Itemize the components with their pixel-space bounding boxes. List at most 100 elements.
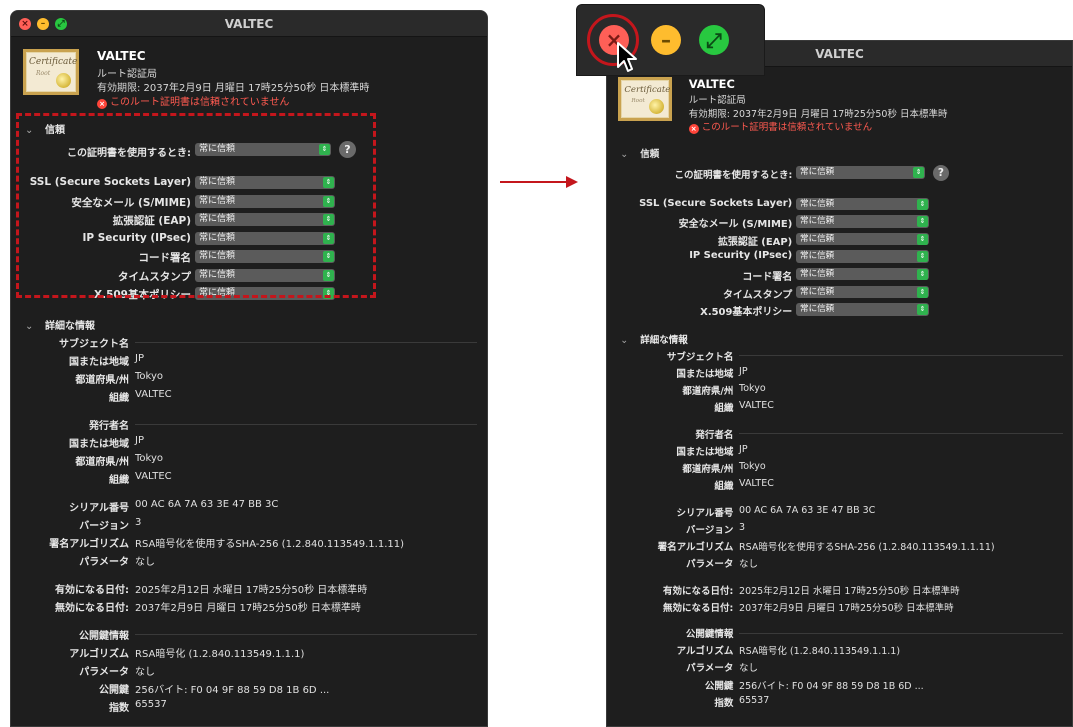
detail-label: 都道府県/州 <box>682 463 734 475</box>
detail-value: 2025年2月12日 水曜日 17時25分50秒 日本標準時 <box>135 585 368 596</box>
group-heading: サブジェクト名 <box>666 351 734 363</box>
detail-label: 国または地域 <box>676 368 734 380</box>
detail-label: 組織 <box>714 481 734 492</box>
detail-value: Tokyo <box>135 453 163 464</box>
minimize-button[interactable]: – <box>651 25 681 55</box>
detail-label: 組織 <box>109 475 129 486</box>
trust-policy-popup[interactable]: 常に信頼 ⇕ <box>796 215 930 228</box>
detail-label: 無効になる日付: <box>55 603 129 614</box>
trust-policy-popup[interactable]: 常に信頼 ⇕ <box>796 197 930 211</box>
detail-label: シリアル番号 <box>69 503 129 514</box>
trust-policy-label: 拡張認証 (EAP) <box>717 236 793 248</box>
trust-policy-label: コード署名 <box>742 272 793 284</box>
stepper-icon: ⇕ <box>917 251 929 263</box>
certificate-image-title: Certificate <box>624 85 671 96</box>
trust-policy-value: 常に信頼 <box>800 198 835 209</box>
stepper-icon: ⇕ <box>917 286 929 298</box>
detail-value: JP <box>739 365 748 377</box>
detail-value: JP <box>135 435 144 446</box>
when-using-popup[interactable]: 常に信頼 ⇕ <box>796 166 926 179</box>
detail-value: 65537 <box>135 699 167 710</box>
trust-policy-popup[interactable]: 常に信頼 ⇕ <box>796 268 930 281</box>
zoom-button[interactable]: ⤢ <box>699 25 729 55</box>
trust-policy-popup[interactable]: 常に信頼 ⇕ <box>796 303 930 316</box>
trust-policy-label: タイムスタンプ <box>722 289 793 301</box>
detail-label: アルゴリズム <box>676 646 734 658</box>
trust-warning-text: このルート証明書は信頼されていません <box>701 121 873 133</box>
group-divider <box>739 355 1063 357</box>
trust-policy-value: 常に信頼 <box>800 269 835 280</box>
trust-policy-label: SSL (Secure Sockets Layer) <box>639 197 793 209</box>
trust-policy-label: X.509基本ポリシー <box>700 307 793 319</box>
detail-label: 都道府県/州 <box>75 375 129 386</box>
trust-policy-popup[interactable]: 常に信頼 ⇕ <box>796 250 930 263</box>
fullscreen-icon: ⤢ <box>706 28 722 52</box>
certificate-image: Certificate Root <box>23 49 79 95</box>
x-circle-icon: × <box>97 99 107 109</box>
stepper-icon: ⇕ <box>917 216 929 228</box>
window-title: VALTEC <box>224 17 274 31</box>
zoomed-window-controls: × – ⤢ <box>576 4 765 76</box>
certificate-image: Certificate Root <box>618 77 672 121</box>
detail-value: なし <box>739 663 759 675</box>
certificate-kind: ルート認証局 <box>97 69 157 80</box>
chevron-down-icon: ⌄ <box>25 321 34 332</box>
detail-label: バージョン <box>686 524 734 536</box>
detail-label: 国または地域 <box>69 357 129 368</box>
trust-policy-label: IP Security (IPsec) <box>689 250 793 262</box>
detail-label: 署名アルゴリズム <box>657 541 734 553</box>
detail-label: パラメータ <box>79 557 129 568</box>
detail-label: 組織 <box>714 403 734 415</box>
minimize-icon: – <box>661 28 671 52</box>
trust-policy-popup[interactable]: 常に信頼 ⇕ <box>796 232 930 246</box>
details-section-label: 詳細な情報 <box>640 334 688 346</box>
detail-label: 署名アルゴリズム <box>49 539 129 550</box>
detail-value: なし <box>135 667 155 678</box>
when-using-label: この証明書を使用するとき: <box>674 170 793 182</box>
stepper-icon: ⇕ <box>917 269 929 281</box>
group-divider <box>739 433 1063 435</box>
trust-policy-value: 常に信頼 <box>800 233 835 244</box>
detail-value: RSA暗号化 (1.2.840.113549.1.1.1) <box>739 646 901 658</box>
detail-label: 有効になる日付: <box>663 585 734 597</box>
detail-value: 65537 <box>739 694 770 706</box>
stepper-icon: ⇕ <box>913 167 925 179</box>
trust-policy-value: 常に信頼 <box>800 304 835 315</box>
detail-value: Tokyo <box>739 383 766 394</box>
seal-icon <box>56 73 71 88</box>
details-section-toggle[interactable]: ⌄ 詳細な情報 <box>25 317 95 332</box>
detail-value: 2037年2月9日 月曜日 17時25分50秒 日本標準時 <box>135 603 361 614</box>
details-section-toggle[interactable]: ⌄ 詳細な情報 <box>620 332 688 346</box>
detail-value: Tokyo <box>135 371 163 382</box>
group-divider <box>135 424 477 425</box>
group-divider <box>135 634 477 635</box>
trust-warning: × このルート証明書は信頼されていません <box>97 93 289 109</box>
group-divider <box>739 632 1063 634</box>
details-section-label: 詳細な情報 <box>45 321 95 332</box>
certificate-name: VALTEC <box>688 77 735 92</box>
detail-label: シリアル番号 <box>676 507 734 519</box>
detail-value: 256バイト: F0 04 9F 88 59 D8 1B 6D ... <box>135 685 330 696</box>
trust-section-highlight <box>16 113 376 298</box>
detail-label: 有効になる日付: <box>55 585 129 596</box>
detail-label: パラメータ <box>686 663 734 675</box>
detail-value: 00 AC 6A 7A 63 3E 47 BB 3C <box>739 504 876 516</box>
certificate-image-subtitle: Root <box>36 70 51 77</box>
trust-section-toggle[interactable]: ⌄ 信頼 <box>620 146 659 160</box>
detail-label: 都道府県/州 <box>75 457 129 468</box>
help-button[interactable]: ? <box>932 164 949 181</box>
certificate-name: VALTEC <box>97 49 146 63</box>
stepper-icon: ⇕ <box>917 198 929 210</box>
detail-label: パラメータ <box>79 667 129 678</box>
trust-policy-popup[interactable]: 常に信頼 ⇕ <box>796 285 930 298</box>
detail-value: なし <box>135 557 155 568</box>
detail-label: 国または地域 <box>676 446 734 458</box>
chevron-down-icon: ⌄ <box>620 148 629 160</box>
detail-value: 3 <box>739 521 746 533</box>
detail-value: JP <box>739 443 748 455</box>
detail-label: 指数 <box>109 703 129 714</box>
trust-policy-value: 常に信頼 <box>800 286 835 297</box>
chevron-down-icon: ⌄ <box>620 334 629 346</box>
detail-value: 2037年2月9日 月曜日 17時25分50秒 日本標準時 <box>739 602 954 614</box>
detail-value: 256バイト: F0 04 9F 88 59 D8 1B 6D ... <box>739 680 924 692</box>
